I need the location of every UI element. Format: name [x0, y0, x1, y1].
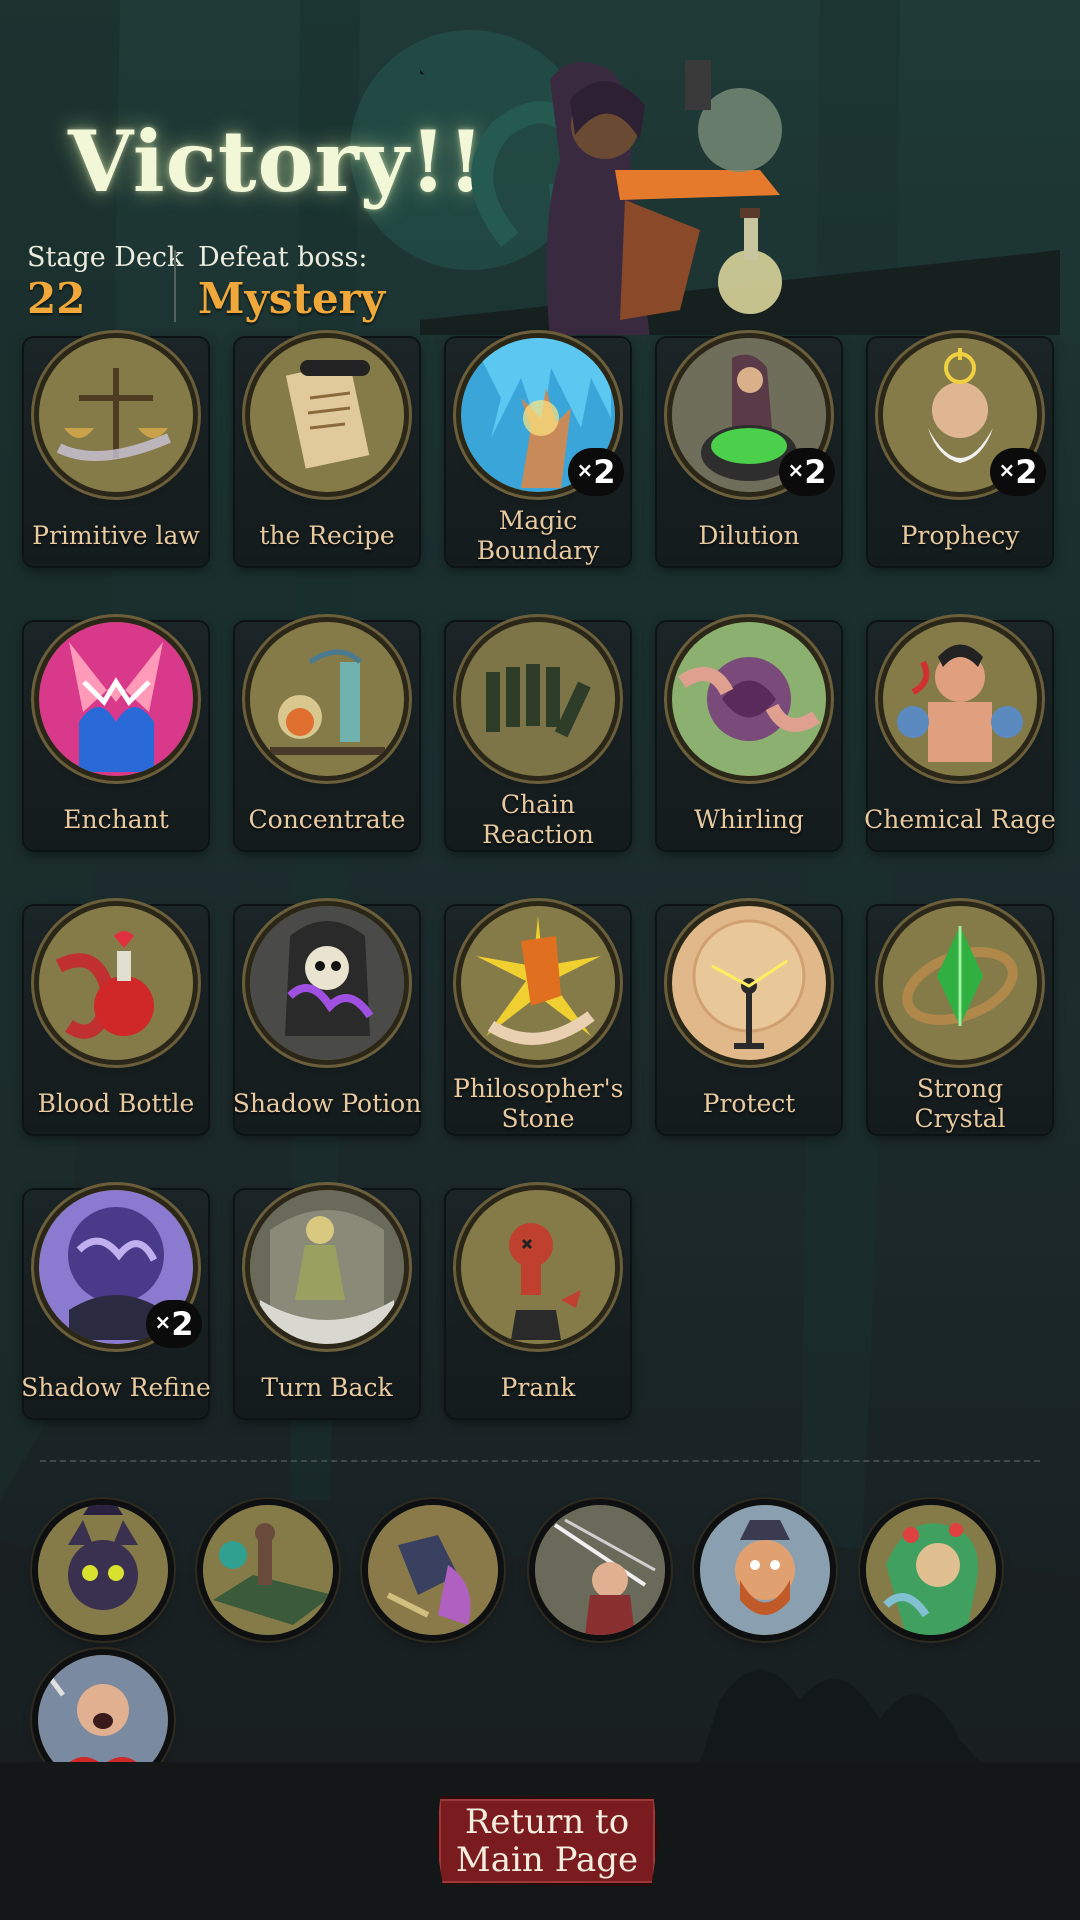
- card-count-badge: ×2: [146, 1300, 202, 1348]
- card-name: Whirling: [694, 805, 804, 834]
- dryad-icon[interactable]: [866, 1505, 996, 1635]
- card-name: Blood Bottle: [37, 1089, 195, 1118]
- card-name: Strong Crystal: [914, 1074, 1006, 1133]
- count-prefix: ×: [154, 1310, 172, 1334]
- card-whirl-hands[interactable]: Whirling: [657, 622, 841, 850]
- card-dominoes[interactable]: Chain Reaction: [446, 622, 630, 850]
- crystal-ring-icon: [883, 906, 1037, 1060]
- section-divider: [40, 1460, 1040, 1462]
- knight-fight-icon[interactable]: [368, 1505, 498, 1635]
- card-stone-hand[interactable]: Philosopher's Stone: [446, 906, 630, 1134]
- stone-hand-icon: [461, 906, 615, 1060]
- whirl-hands-icon: [672, 622, 826, 776]
- card-blood-bottle[interactable]: Blood Bottle: [24, 906, 208, 1134]
- card-shadow-orb[interactable]: ×2 Shadow Refine: [21, 1190, 211, 1418]
- sword-slash-girl-icon[interactable]: [535, 1505, 665, 1635]
- card-scroll[interactable]: the Recipe: [235, 338, 419, 566]
- return-button-line1: Return to: [464, 1802, 630, 1842]
- count-value: 2: [804, 453, 827, 491]
- card-name: Primitive law: [32, 521, 200, 550]
- card-barrier-hand[interactable]: ×2 Magic Boundary: [446, 338, 630, 566]
- count-value: 2: [1015, 453, 1038, 491]
- card-doll[interactable]: Turn Back: [235, 1190, 419, 1418]
- card-witch-cauldron[interactable]: ×2 Dilution: [657, 338, 841, 566]
- count-prefix: ×: [998, 458, 1016, 482]
- card-count-badge: ×2: [779, 448, 835, 496]
- card-name: Shadow Refine: [21, 1373, 211, 1402]
- card-name: Turn Back: [261, 1373, 393, 1402]
- voodoo-doll-icon: [461, 1190, 615, 1344]
- defeat-boss-label: Defeat boss:: [198, 242, 368, 273]
- defeat-boss-value: Mystery: [198, 274, 386, 323]
- card-name: Dilution: [698, 521, 800, 550]
- stage-deck-label: Stage Deck: [27, 242, 184, 273]
- card-name: Enchant: [63, 805, 169, 834]
- card-name: Chain Reaction: [482, 790, 594, 849]
- enchant-flame-icon: [39, 622, 193, 776]
- card-crystal-ring[interactable]: Strong Crystal: [868, 906, 1052, 1134]
- count-prefix: ×: [787, 458, 805, 482]
- count-value: 2: [593, 453, 616, 491]
- count-prefix: ×: [576, 458, 594, 482]
- card-old-sage[interactable]: ×2 Prophecy: [868, 338, 1052, 566]
- card-name: Protect: [702, 1089, 796, 1118]
- return-main-page-button[interactable]: Return to Main Page: [436, 1796, 658, 1886]
- victory-header: Victory!! Stage Deck 22 Defeat boss: Mys…: [0, 0, 1080, 335]
- alchemist-heroine-icon: [420, 60, 1060, 335]
- chess-board-icon[interactable]: [203, 1505, 333, 1635]
- stage-deck-value: 22: [27, 274, 86, 323]
- stat-divider: [174, 250, 176, 322]
- card-count-badge: ×2: [990, 448, 1046, 496]
- dominoes-icon: [461, 622, 615, 776]
- card-name: Prophecy: [900, 521, 1020, 550]
- blood-bottle-icon: [39, 906, 193, 1060]
- bearded-man-icon[interactable]: [700, 1505, 830, 1635]
- card-voodoo-doll[interactable]: Prank: [446, 1190, 630, 1418]
- scroll-icon: [250, 338, 404, 492]
- doll-icon: [250, 1190, 404, 1344]
- card-reaper[interactable]: Shadow Potion: [233, 906, 421, 1134]
- card-raging-brute[interactable]: Chemical Rage: [864, 622, 1056, 850]
- card-name: Prank: [500, 1373, 576, 1402]
- return-button-line2: Main Page: [455, 1840, 639, 1880]
- card-name: the Recipe: [259, 521, 395, 550]
- card-name: Chemical Rage: [864, 805, 1056, 834]
- raging-brute-icon: [883, 622, 1037, 776]
- reaper-icon: [250, 906, 404, 1060]
- black-cat-witch-icon[interactable]: [38, 1505, 168, 1635]
- card-name: Shadow Potion: [232, 1089, 422, 1118]
- card-enchant-flame[interactable]: Enchant: [24, 622, 208, 850]
- card-name: Concentrate: [248, 805, 406, 834]
- card-alchemy-lab[interactable]: Concentrate: [235, 622, 419, 850]
- card-name: Magic Boundary: [476, 506, 600, 565]
- tesla-shield-icon: [672, 906, 826, 1060]
- card-count-badge: ×2: [568, 448, 624, 496]
- card-scales[interactable]: Primitive law: [24, 338, 208, 566]
- scales-icon: [39, 338, 193, 492]
- alchemy-lab-icon: [250, 622, 404, 776]
- count-value: 2: [171, 1305, 194, 1343]
- card-tesla-shield[interactable]: Protect: [657, 906, 841, 1134]
- card-name: Philosopher's Stone: [453, 1074, 624, 1133]
